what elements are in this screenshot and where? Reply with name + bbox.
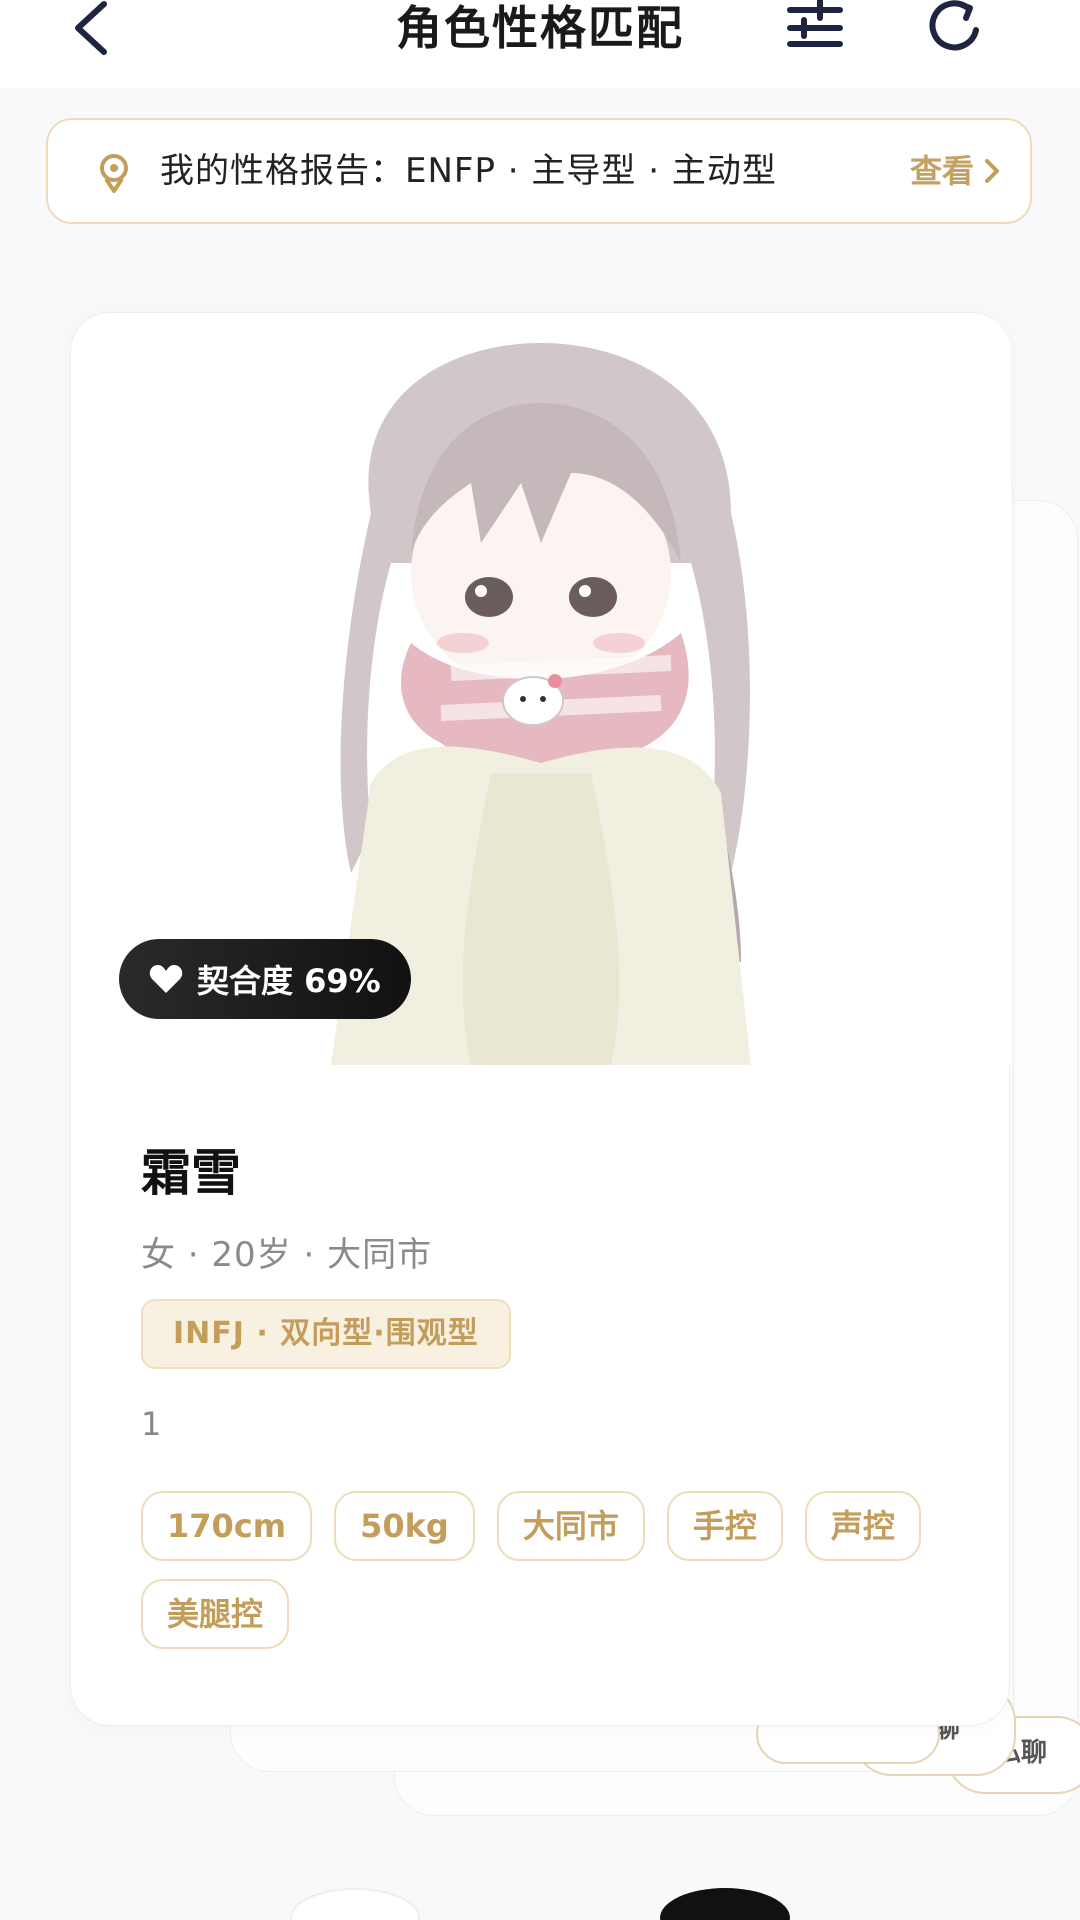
personality-report-banner[interactable]: 我的性格报告：ENFP · 主导型 · 主动型 查看 bbox=[46, 118, 1032, 224]
refresh-button[interactable] bbox=[920, 0, 990, 60]
match-score-badge: 契合度 69% bbox=[119, 939, 411, 1019]
map-pin-icon bbox=[100, 154, 128, 193]
view-label: 查看 bbox=[909, 152, 974, 190]
chevron-right-icon bbox=[985, 159, 999, 183]
tag-legs: 美腿控 bbox=[141, 1579, 290, 1649]
tag-weight: 50kg bbox=[334, 1491, 475, 1561]
character-name: 霜雪 bbox=[141, 1144, 241, 1202]
top-bar: 角色性格匹配 bbox=[0, 0, 1080, 88]
match-score-text: 契合度 69% bbox=[197, 962, 381, 1000]
character-card[interactable]: 契合度 69% 霜雪 女 · 20岁 · 大同市 INFJ · 双向型·围观型 … bbox=[70, 312, 1011, 1726]
character-meta: 女 · 20岁 · 大同市 bbox=[141, 1235, 433, 1275]
refresh-icon bbox=[929, 0, 979, 51]
report-text: 我的性格报告：ENFP · 主导型 · 主动型 bbox=[160, 151, 777, 191]
tag-city: 大同市 bbox=[496, 1491, 645, 1561]
tag-voice: 声控 bbox=[804, 1491, 921, 1561]
sliders-icon bbox=[787, 0, 843, 47]
tag-list: 170cm 50kg 大同市 手控 声控 美腿控 bbox=[141, 1491, 961, 1649]
mbti-tag: INFJ · 双向型·围观型 bbox=[141, 1299, 511, 1369]
view-report-link[interactable]: 查看 bbox=[910, 120, 1000, 222]
dislike-button[interactable] bbox=[290, 1888, 420, 1920]
like-button[interactable] bbox=[660, 1888, 790, 1920]
tag-hand: 手控 bbox=[666, 1491, 783, 1561]
character-bio: 1 bbox=[141, 1405, 162, 1443]
tag-height: 170cm bbox=[141, 1491, 313, 1561]
page-title: 角色性格匹配 bbox=[396, 1, 684, 55]
filter-button[interactable] bbox=[780, 0, 850, 60]
heart-icon bbox=[149, 965, 183, 993]
